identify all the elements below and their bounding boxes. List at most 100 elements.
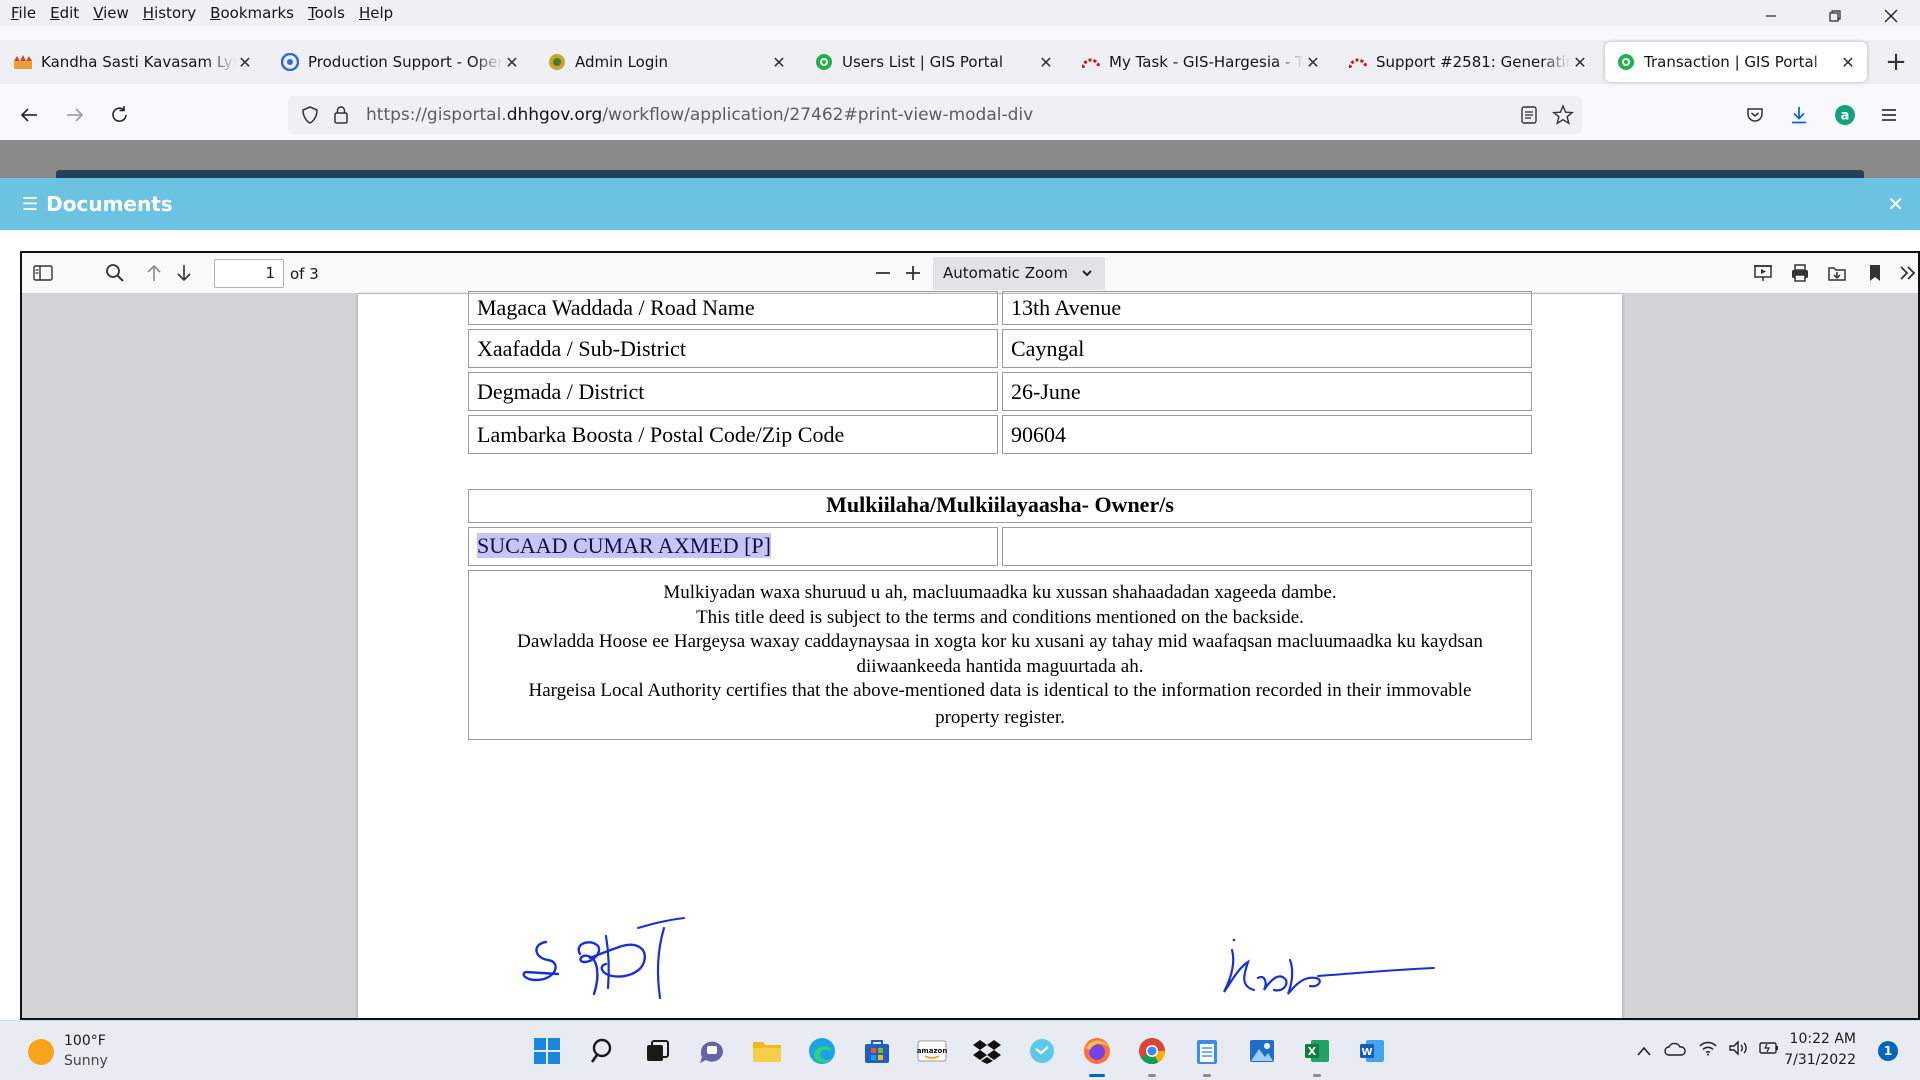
pdf-page: Magaca Waddada / Road Name 13th Avenue X…	[358, 291, 1622, 1018]
print-button[interactable]	[1785, 259, 1815, 287]
print-icon	[1792, 264, 1808, 282]
url-domain: dhhgov.org	[506, 105, 603, 125]
new-tab-button[interactable]: +	[1880, 47, 1912, 79]
start-button[interactable]	[529, 1033, 565, 1069]
messenger-button[interactable]	[1024, 1033, 1060, 1069]
notepad-icon	[1197, 1040, 1217, 1064]
amazon-icon: amazon	[917, 1040, 947, 1062]
task-view-button[interactable]	[639, 1033, 675, 1069]
folder-icon	[753, 1042, 781, 1062]
clock-date[interactable]: 7/31/2022	[1784, 1052, 1856, 1068]
modal-close-icon[interactable]: ✕	[1887, 192, 1904, 216]
weather-temperature[interactable]: 100°F	[64, 1033, 106, 1049]
menu-edit[interactable]: Edit	[43, 4, 86, 22]
next-page-button[interactable]	[169, 259, 199, 287]
bookmark-star-icon[interactable]	[1551, 104, 1575, 130]
taskbar-search-button[interactable]	[584, 1033, 620, 1069]
tab-kandha-sasti[interactable]: Kandha Sasti Kavasam Lyrics in ✕	[2, 42, 264, 82]
file-explorer-button[interactable]	[749, 1033, 785, 1069]
zoom-select[interactable]: Automatic Zoom	[933, 257, 1105, 290]
owner-empty-cell	[1002, 527, 1532, 566]
app-menu-button[interactable]	[1872, 98, 1906, 132]
photos-button[interactable]	[1244, 1033, 1280, 1069]
tab-close-icon[interactable]: ✕	[1037, 53, 1055, 72]
tab-close-icon[interactable]: ✕	[236, 53, 254, 72]
firefox-button[interactable]	[1079, 1033, 1115, 1077]
menu-file[interactable]: File	[4, 4, 43, 22]
chrome-button[interactable]	[1134, 1033, 1170, 1077]
redmine-favicon-icon	[1082, 53, 1100, 71]
tab-title: My Task - GIS-Hargesia - Team	[1109, 53, 1304, 71]
pocket-button[interactable]	[1738, 98, 1772, 132]
show-hidden-icons-chevron-up-icon[interactable]	[1636, 1043, 1652, 1061]
gis-favicon-icon	[815, 53, 833, 71]
tab-transaction[interactable]: Transaction | GIS Portal ✕	[1605, 42, 1867, 82]
tab-close-icon[interactable]: ✕	[770, 53, 788, 72]
note-line: property register.	[935, 706, 1065, 728]
tracking-protection-icon[interactable]	[300, 105, 320, 129]
tab-close-icon[interactable]: ✕	[503, 53, 521, 72]
menu-bar: File Edit View History Bookmarks Tools H…	[0, 0, 1920, 26]
wifi-icon[interactable]	[1698, 1040, 1718, 1060]
tab-close-icon[interactable]: ✕	[1839, 53, 1857, 72]
reload-button[interactable]	[103, 98, 137, 132]
zoom-in-button[interactable]	[898, 259, 928, 287]
page-number-input[interactable]: 1	[214, 259, 284, 288]
tab-users-list[interactable]: Users List | GIS Portal ✕	[803, 42, 1065, 82]
dropbox-button[interactable]	[969, 1033, 1005, 1069]
downloads-button[interactable]	[1782, 98, 1816, 132]
tab-admin-login[interactable]: Admin Login ✕	[536, 42, 798, 82]
find-button[interactable]	[100, 259, 130, 287]
back-button[interactable]	[12, 98, 46, 132]
bookmark-button[interactable]	[1860, 259, 1890, 287]
menu-help[interactable]: Help	[352, 4, 400, 22]
tab-my-task[interactable]: My Task - GIS-Hargesia - Team ✕	[1070, 42, 1332, 82]
microsoft-store-button[interactable]	[859, 1033, 895, 1069]
url-bar[interactable]: https://gisportal.dhhgov.org/workflow/ap…	[288, 96, 1582, 134]
zoom-out-button[interactable]	[868, 259, 898, 287]
redmine-favicon-icon	[1349, 53, 1367, 71]
sidebar-toggle-button[interactable]	[28, 259, 58, 287]
edge-button[interactable]	[804, 1033, 840, 1069]
minimize-button[interactable]	[1748, 0, 1794, 32]
tools-button[interactable]	[1892, 259, 1918, 287]
tab-close-icon[interactable]: ✕	[1571, 53, 1589, 72]
weather-condition[interactable]: Sunny	[64, 1053, 108, 1069]
presentation-mode-button[interactable]	[1748, 259, 1778, 287]
signature-right	[1223, 938, 1435, 995]
previous-page-button[interactable]	[139, 259, 169, 287]
tab-close-icon[interactable]: ✕	[1304, 53, 1322, 72]
volume-icon[interactable]	[1728, 1040, 1750, 1060]
menu-tools[interactable]: Tools	[301, 4, 352, 22]
tab-title: Production Support - Operatio	[308, 53, 503, 71]
clock-time[interactable]: 10:22 AM	[1790, 1031, 1856, 1047]
excel-button[interactable]: X	[1299, 1033, 1335, 1077]
lock-icon[interactable]	[332, 105, 350, 129]
close-icon	[1884, 9, 1898, 23]
battery-icon[interactable]	[1758, 1041, 1780, 1059]
menu-view[interactable]: View	[86, 4, 136, 22]
owner-name-cell: SUCAAD CUMAR AXMED [P]	[468, 527, 998, 566]
restore-button[interactable]	[1812, 0, 1858, 32]
notepad-button[interactable]	[1189, 1033, 1225, 1077]
word-button[interactable]: W	[1354, 1033, 1390, 1069]
running-indicator	[1313, 1074, 1321, 1077]
menu-bookmarks[interactable]: Bookmarks	[203, 4, 301, 22]
sub-district-label: Xaafadda / Sub-District	[468, 329, 998, 368]
tab-production-support[interactable]: Production Support - Operatio ✕	[269, 42, 531, 82]
close-window-button[interactable]	[1868, 0, 1914, 32]
sun-icon[interactable]	[28, 1039, 54, 1065]
teams-chat-button[interactable]	[694, 1033, 730, 1069]
amazon-button[interactable]: amazon	[914, 1033, 950, 1069]
notification-badge[interactable]: 1	[1878, 1041, 1898, 1061]
extension-button[interactable]: a	[1828, 98, 1862, 132]
reader-view-icon[interactable]	[1520, 105, 1538, 129]
onedrive-cloud-icon[interactable]	[1664, 1042, 1686, 1060]
url-prefix: https://gisportal.	[366, 105, 507, 125]
forward-button[interactable]	[58, 98, 92, 132]
tab-title: Admin Login	[575, 53, 669, 71]
url-text[interactable]: https://gisportal.dhhgov.org/workflow/ap…	[366, 96, 1033, 134]
tab-support-2581[interactable]: Support #2581: Generating the ✕	[1337, 42, 1599, 82]
save-button[interactable]	[1822, 259, 1852, 287]
menu-history[interactable]: History	[136, 4, 203, 22]
